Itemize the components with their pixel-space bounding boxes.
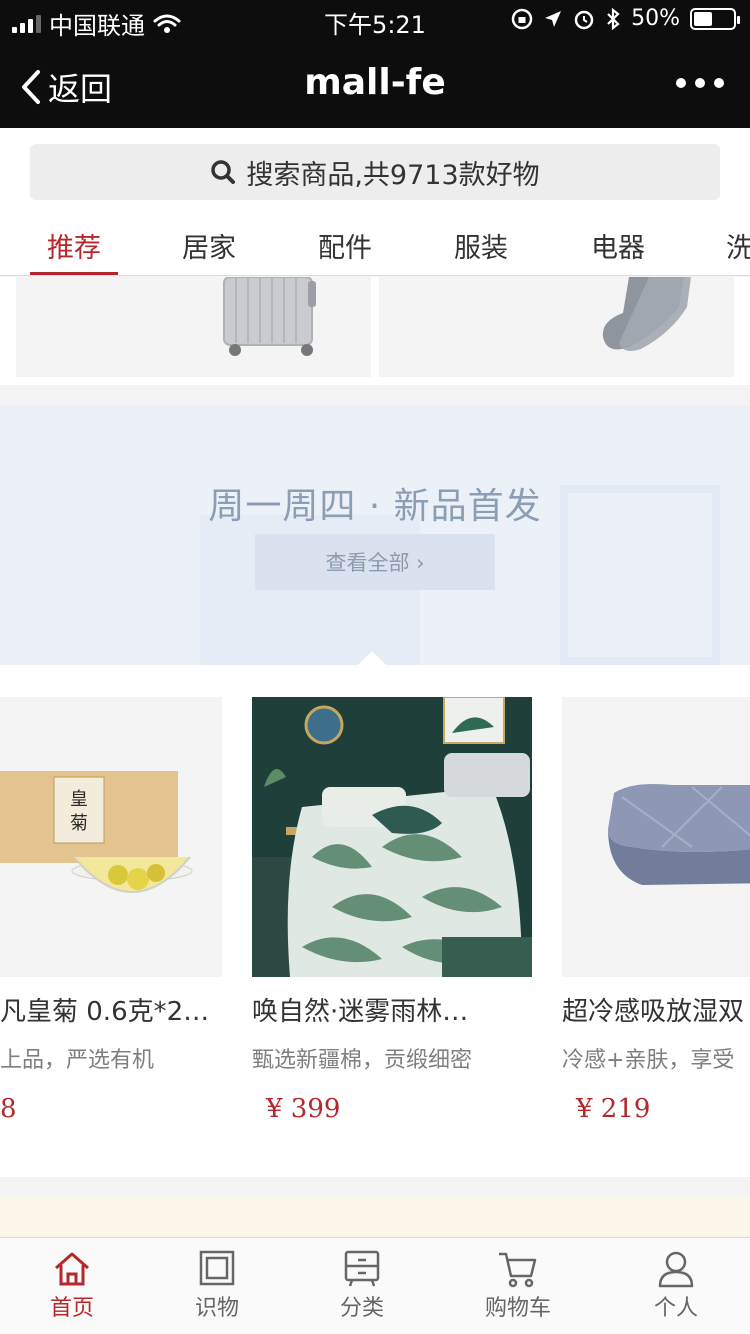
tabbar-cart-label: 购物车 [484, 1296, 551, 1321]
product-price: ¥ 219 [576, 1094, 651, 1124]
tabbar-profile-label: 个人 [653, 1296, 698, 1321]
top-product-row [0, 277, 750, 385]
tab-appliances[interactable]: 电器 [574, 226, 662, 265]
tab-home[interactable]: 居家 [165, 226, 253, 265]
tabbar-profile[interactable]: 个人 [616, 1250, 736, 1322]
product-card[interactable]: 唤自然·迷雾雨林… 甄选新疆棉，贡缎细密 ¥ 399 [252, 697, 532, 1124]
tabbar-cart[interactable]: 购物车 [458, 1250, 578, 1322]
product-desc: 上品，严选有机 [0, 1048, 155, 1073]
tabbar-discover[interactable]: 识物 [157, 1250, 277, 1322]
tab-recommend[interactable]: 推荐 [30, 226, 118, 265]
bedding-set-image [252, 697, 532, 977]
nav-bar: 返回 mall-fe [0, 40, 750, 128]
new-arrivals-banner[interactable]: 周一周四 · 新品首发 查看全部 › [0, 405, 750, 665]
product-carousel: 皇 菊 凡皇菊 0.6克*20朵 上品，严选有机 8 唤自然·迷雾雨林… 甄选新… [0, 665, 750, 1177]
view-all-button[interactable]: 查看全部 › [255, 534, 495, 590]
category-icon [344, 1250, 380, 1287]
home-icon [55, 1252, 89, 1286]
location-icon [545, 10, 562, 27]
banner-title: 周一周四 · 新品首发 [208, 486, 542, 527]
cart-icon [499, 1252, 537, 1288]
product-price-value: 8 [0, 1094, 17, 1124]
category-tabs: 推荐 居家 配件 服装 电器 洗 [0, 212, 750, 276]
bluetooth-icon [607, 7, 620, 30]
svg-text:皇: 皇 [70, 789, 88, 810]
discover-icon [199, 1250, 235, 1286]
product-desc: 冷感+亲肤，享受 [562, 1048, 735, 1073]
battery-label: 50% [631, 6, 680, 31]
bottom-tab-bar: 首页 识物 分类 购物车 个人 [0, 1237, 750, 1334]
tabbar-home[interactable]: 首页 [12, 1250, 132, 1322]
product-name: 超冷感吸放湿双 [562, 997, 745, 1027]
tab-apparel[interactable]: 服装 [437, 226, 525, 265]
more-button[interactable] [676, 78, 724, 88]
tab-wash[interactable]: 洗 [706, 226, 750, 265]
product-price: ¥ 399 [266, 1094, 341, 1124]
tabbar-discover-label: 识物 [194, 1296, 239, 1321]
rotation-lock-icon [511, 8, 533, 29]
page: 中国联通 下午5:21 50% 返回 mall-fe 搜索商品,共9713款好物… [0, 0, 750, 1334]
product-card[interactable]: 皇 菊 凡皇菊 0.6克*20朵 上品，严选有机 8 [0, 697, 222, 1124]
chrysanthemum-tea-image: 皇 菊 [0, 697, 222, 977]
suitcase-image [223, 277, 316, 356]
section-divider [0, 1177, 750, 1197]
banner-pointer [358, 651, 386, 665]
user-icon [658, 1251, 694, 1288]
socks-image [602, 277, 691, 351]
product-name: 凡皇菊 0.6克*20朵 [0, 997, 222, 1027]
status-right: 50% [511, 6, 740, 31]
battery-icon [690, 7, 740, 30]
tabbar-home-label: 首页 [49, 1296, 94, 1321]
cooling-blanket-image [562, 697, 750, 977]
status-bar: 中国联通 下午5:21 50% [0, 0, 750, 40]
search-bar: 搜索商品,共9713款好物 [0, 128, 750, 212]
search-input[interactable]: 搜索商品,共9713款好物 [30, 144, 720, 200]
next-section-edge [0, 1197, 750, 1237]
page-title: mall-fe [304, 62, 446, 103]
search-placeholder: 搜索商品,共9713款好物 [246, 159, 540, 191]
search-icon [211, 160, 236, 184]
product-price: 8 [0, 1094, 222, 1124]
suitcase-product-card[interactable] [16, 277, 371, 377]
product-name: 唤自然·迷雾雨林… [252, 997, 469, 1027]
tab-indicator [30, 272, 118, 275]
product-desc: 甄选新疆棉，贡缎细密 [252, 1048, 473, 1073]
socks-product-card[interactable] [379, 277, 734, 377]
tabbar-category[interactable]: 分类 [302, 1250, 422, 1322]
svg-text:菊: 菊 [70, 813, 88, 834]
tabbar-category-label: 分类 [339, 1296, 384, 1321]
section-divider [0, 385, 750, 405]
tab-accessories[interactable]: 配件 [301, 226, 389, 265]
alarm-icon [574, 10, 594, 29]
product-card[interactable]: 超冷感吸放湿双 冷感+亲肤，享受 ¥ 219 [562, 697, 750, 1124]
